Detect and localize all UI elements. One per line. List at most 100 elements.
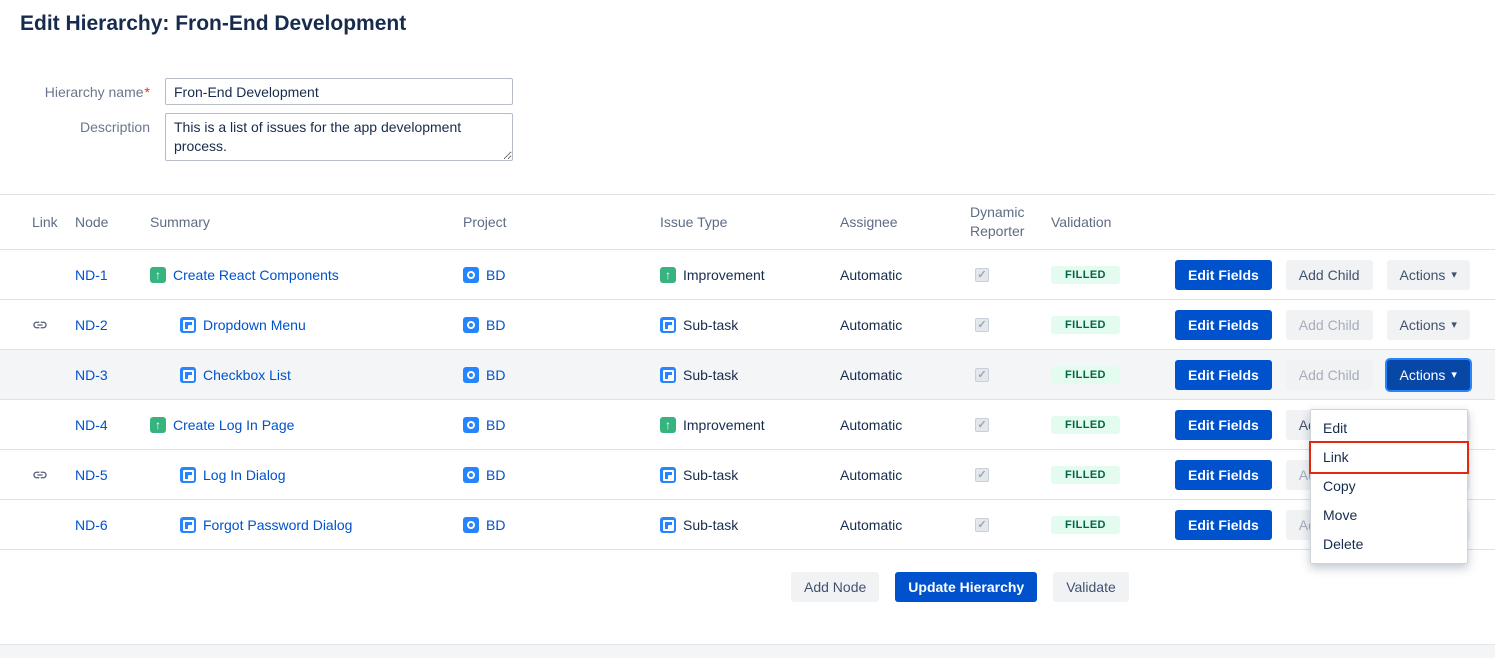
issue-type-icon	[180, 517, 196, 533]
menu-item-copy[interactable]: Copy	[1311, 472, 1467, 501]
table-row: ND-2 Dropdown Menu BD Sub-task Automatic…	[0, 300, 1495, 350]
summary-link[interactable]: Checkbox List	[203, 367, 291, 383]
actions-button[interactable]: Actions ▾	[1387, 310, 1470, 340]
validation-badge: FILLED	[1051, 416, 1120, 434]
assignee-cell: Automatic	[840, 267, 970, 283]
project-link[interactable]: BD	[486, 467, 505, 483]
dynamic-reporter-checkbox	[975, 468, 989, 482]
dynamic-reporter-checkbox	[975, 268, 989, 282]
assignee-label: Automatic	[840, 517, 902, 533]
edit-fields-button[interactable]: Edit Fields	[1175, 310, 1272, 340]
chevron-down-icon: ▾	[1451, 318, 1457, 331]
issue-type-cell: Sub-task	[660, 517, 840, 533]
row-actions-cell: Edit Fields Add Child Actions ▾	[1175, 310, 1475, 340]
summary-cell: Log In Dialog	[150, 467, 463, 483]
hierarchy-name-input[interactable]	[165, 78, 513, 105]
validation-cell: FILLED	[1045, 266, 1175, 284]
node-id-link[interactable]: ND-4	[75, 417, 108, 433]
menu-item-link[interactable]: Link	[1311, 443, 1467, 472]
add-child-button: Add Child	[1286, 310, 1373, 340]
edit-fields-button[interactable]: Edit Fields	[1175, 460, 1272, 490]
update-hierarchy-button[interactable]: Update Hierarchy	[895, 572, 1037, 602]
issue-type-icon	[150, 417, 166, 433]
node-cell: ND-4	[75, 417, 150, 433]
menu-item-edit[interactable]: Edit	[1311, 414, 1467, 443]
menu-item-move[interactable]: Move	[1311, 501, 1467, 530]
table-row: ND-3 Checkbox List BD Sub-task Automatic…	[0, 350, 1495, 400]
link-cell	[32, 317, 75, 333]
edit-fields-button[interactable]: Edit Fields	[1175, 510, 1272, 540]
project-avatar-icon	[463, 267, 479, 283]
validate-button[interactable]: Validate	[1053, 572, 1129, 602]
validation-cell: FILLED	[1045, 366, 1175, 384]
issue-type-icon	[660, 267, 676, 283]
project-link[interactable]: BD	[486, 417, 505, 433]
issue-type-icon	[660, 467, 676, 483]
add-node-button[interactable]: Add Node	[791, 572, 879, 602]
edit-fields-button[interactable]: Edit Fields	[1175, 260, 1272, 290]
assignee-cell: Automatic	[840, 467, 970, 483]
dynamic-reporter-cell	[970, 468, 1045, 482]
node-cell: ND-6	[75, 517, 150, 533]
table-row: ND-5 Log In Dialog BD Sub-task Automatic…	[0, 450, 1495, 500]
summary-cell: Checkbox List	[150, 367, 463, 383]
project-cell: BD	[463, 417, 660, 433]
link-cell	[32, 417, 75, 433]
footer-bar	[0, 644, 1495, 658]
assignee-cell: Automatic	[840, 317, 970, 333]
issue-type-icon	[660, 367, 676, 383]
hierarchy-name-label: Hierarchy name*	[0, 78, 150, 100]
actions-dropdown-menu: Edit Link Copy Move Delete	[1310, 409, 1468, 564]
project-link[interactable]: BD	[486, 317, 505, 333]
description-input[interactable]: This is a list of issues for the app dev…	[165, 113, 513, 161]
node-id-link[interactable]: ND-2	[75, 317, 108, 333]
node-id-link[interactable]: ND-6	[75, 517, 108, 533]
dynamic-reporter-checkbox	[975, 418, 989, 432]
summary-link[interactable]: Create React Components	[173, 267, 339, 283]
dynamic-reporter-cell	[970, 268, 1045, 282]
node-id-link[interactable]: ND-5	[75, 467, 108, 483]
dynamic-reporter-checkbox	[975, 518, 989, 532]
actions-button-label: Actions	[1400, 367, 1446, 383]
table-body: ND-1 Create React Components BD Improvem…	[0, 250, 1495, 550]
actions-button[interactable]: Actions ▾	[1387, 360, 1470, 390]
hierarchy-name-label-text: Hierarchy name	[45, 84, 144, 100]
summary-link[interactable]: Dropdown Menu	[203, 317, 306, 333]
issue-type-icon	[150, 267, 166, 283]
add-child-button[interactable]: Add Child	[1286, 260, 1373, 290]
issue-type-icon	[180, 467, 196, 483]
issue-type-label: Sub-task	[683, 467, 738, 483]
summary-link[interactable]: Create Log In Page	[173, 417, 294, 433]
summary-cell: Dropdown Menu	[150, 317, 463, 333]
project-cell: BD	[463, 467, 660, 483]
project-link[interactable]: BD	[486, 517, 505, 533]
node-id-link[interactable]: ND-1	[75, 267, 108, 283]
summary-link[interactable]: Log In Dialog	[203, 467, 286, 483]
hierarchy-name-row: Hierarchy name*	[0, 78, 1495, 105]
issue-type-label: Improvement	[683, 267, 765, 283]
project-link[interactable]: BD	[486, 367, 505, 383]
hierarchy-form: Hierarchy name* Description This is a li…	[0, 78, 1495, 161]
validation-cell: FILLED	[1045, 416, 1175, 434]
table-row: ND-1 Create React Components BD Improvem…	[0, 250, 1495, 300]
chevron-down-icon: ▾	[1451, 268, 1457, 281]
edit-fields-button[interactable]: Edit Fields	[1175, 410, 1272, 440]
column-header-assignee: Assignee	[840, 213, 970, 232]
validation-badge: FILLED	[1051, 316, 1120, 334]
project-link[interactable]: BD	[486, 267, 505, 283]
link-cell	[32, 517, 75, 533]
node-id-link[interactable]: ND-3	[75, 367, 108, 383]
validation-cell: FILLED	[1045, 466, 1175, 484]
summary-link[interactable]: Forgot Password Dialog	[203, 517, 352, 533]
chain-link-icon	[32, 467, 48, 483]
menu-item-delete[interactable]: Delete	[1311, 530, 1467, 559]
project-cell: BD	[463, 267, 660, 283]
actions-button[interactable]: Actions ▾	[1387, 260, 1470, 290]
assignee-label: Automatic	[840, 317, 902, 333]
hierarchy-table: Link Node Summary Project Issue Type Ass…	[0, 194, 1495, 550]
assignee-label: Automatic	[840, 367, 902, 383]
add-child-button: Add Child	[1286, 360, 1373, 390]
edit-fields-button[interactable]: Edit Fields	[1175, 360, 1272, 390]
chevron-down-icon: ▾	[1451, 368, 1457, 381]
issue-type-cell: Improvement	[660, 267, 840, 283]
